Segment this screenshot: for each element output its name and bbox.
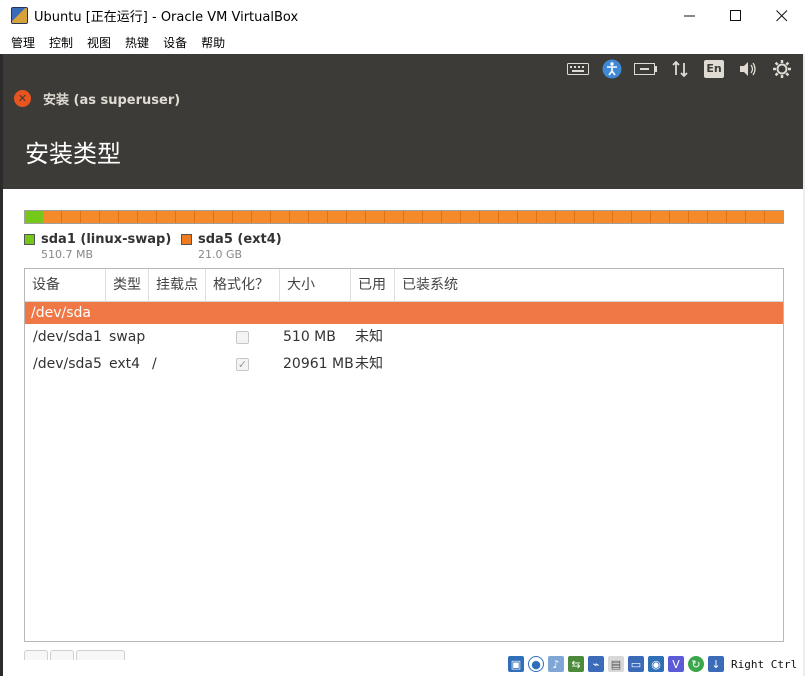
legend-swatch-orange bbox=[181, 234, 192, 245]
header-device[interactable]: 设备 bbox=[25, 269, 106, 302]
partition-bar-sda1 bbox=[25, 211, 44, 223]
header-mount[interactable]: 挂载点 bbox=[149, 269, 206, 302]
row-size: 510 MB bbox=[283, 329, 336, 345]
table-row-disk[interactable]: /dev/sda bbox=[25, 302, 783, 324]
legend-sda1-size: 510.7 MB bbox=[41, 248, 94, 261]
close-icon bbox=[776, 9, 788, 21]
minimize-button[interactable] bbox=[667, 0, 713, 31]
partition-bar bbox=[24, 210, 784, 224]
vbox-titlebar: Ubuntu [正在运行] - Oracle VM VirtualBox bbox=[0, 0, 805, 31]
menu-devices[interactable]: 设备 bbox=[157, 34, 193, 51]
hard-disk-icon[interactable]: ▣ bbox=[508, 656, 524, 672]
legend-swatch-green bbox=[24, 234, 35, 245]
volume-icon[interactable] bbox=[735, 58, 761, 80]
keyboard-layout-label: En bbox=[704, 59, 724, 78]
partition-bar-sda5 bbox=[43, 211, 783, 223]
minimize-icon bbox=[684, 15, 695, 16]
header-used[interactable]: 已用 bbox=[351, 269, 395, 302]
legend-sda1: sda1 (linux-swap) 510.7 MB bbox=[24, 232, 171, 261]
format-checkbox[interactable]: ✓ bbox=[236, 358, 249, 371]
change-partition-button[interactable] bbox=[76, 650, 125, 660]
language-icon[interactable]: En bbox=[701, 58, 727, 80]
legend-sda5-size: 21.0 GB bbox=[198, 248, 243, 261]
display-icon[interactable]: ▭ bbox=[628, 656, 644, 672]
format-checkbox[interactable] bbox=[236, 331, 249, 344]
partition-table[interactable]: 设备 类型 挂载点 格式化？ 大小 已用 已装系统 /dev/sda /dev/… bbox=[24, 268, 784, 642]
virtualbox-app-icon bbox=[11, 7, 28, 24]
vbox-statusbar: ▣ ● ♪ ⇆ ⌁ ▤ ▭ ◉ V ↻ ↓ Right Ctrl bbox=[508, 652, 803, 676]
menu-control[interactable]: 控制 bbox=[43, 34, 79, 51]
optical-drive-icon[interactable]: ● bbox=[528, 656, 544, 672]
row-device: /dev/sda5 bbox=[33, 356, 102, 372]
header-installed-system[interactable]: 已装系统 bbox=[395, 269, 783, 302]
add-partition-button[interactable] bbox=[24, 650, 48, 660]
video-capture-icon[interactable]: ◉ bbox=[648, 656, 664, 672]
legend-sda5: sda5 (ext4) 21.0 GB bbox=[181, 232, 282, 261]
row-mount: / bbox=[152, 356, 157, 372]
row-used: 未知 bbox=[355, 329, 383, 345]
row-used: 未知 bbox=[355, 356, 383, 372]
row-device: /dev/sda1 bbox=[33, 329, 102, 345]
table-row[interactable]: /dev/sda1 swap 510 MB 未知 bbox=[25, 324, 783, 351]
usb-icon[interactable]: ⌁ bbox=[588, 656, 604, 672]
virtualization-icon[interactable]: V bbox=[668, 656, 684, 672]
network-adapter-icon[interactable]: ⇆ bbox=[568, 656, 584, 672]
network-icon[interactable] bbox=[667, 58, 693, 80]
menu-hotkeys[interactable]: 热键 bbox=[119, 34, 155, 51]
remove-partition-button[interactable] bbox=[50, 650, 74, 660]
table-header: 设备 类型 挂载点 格式化？ 大小 已用 已装系统 bbox=[25, 269, 783, 302]
table-row[interactable]: /dev/sda5 ext4 / ✓ 20961 MB 未知 bbox=[25, 351, 783, 378]
menu-help[interactable]: 帮助 bbox=[195, 34, 231, 51]
header-size[interactable]: 大小 bbox=[280, 269, 351, 302]
close-x-icon: ✕ bbox=[17, 91, 28, 105]
menu-view[interactable]: 视图 bbox=[81, 34, 117, 51]
legend-sda5-name: sda5 (ext4) bbox=[198, 232, 282, 247]
settings-gear-icon[interactable] bbox=[769, 58, 795, 80]
row-size: 20961 MB bbox=[283, 356, 354, 372]
vbox-menubar: 管理 控制 视图 热键 设备 帮助 bbox=[0, 31, 805, 54]
header-format[interactable]: 格式化？ bbox=[206, 269, 280, 302]
installer-header: 安装类型 bbox=[3, 113, 803, 189]
row-type: ext4 bbox=[109, 356, 141, 372]
guest-top-panel: En bbox=[3, 54, 803, 83]
installer-window-title: 安装 (as superuser) bbox=[43, 92, 181, 108]
mouse-integration-icon[interactable]: ↓ bbox=[708, 656, 724, 672]
guest-additions-icon[interactable]: ↻ bbox=[688, 656, 704, 672]
legend-sda1-name: sda1 (linux-swap) bbox=[41, 232, 172, 247]
row-type: swap bbox=[109, 329, 146, 345]
window-title: Ubuntu [正在运行] - Oracle VM VirtualBox bbox=[34, 10, 299, 25]
battery-icon[interactable] bbox=[633, 58, 659, 80]
menu-manage[interactable]: 管理 bbox=[5, 34, 41, 51]
close-button[interactable] bbox=[759, 0, 805, 31]
installer-close-button[interactable]: ✕ bbox=[14, 89, 31, 107]
shared-folders-icon[interactable]: ▤ bbox=[608, 656, 624, 672]
audio-icon[interactable]: ♪ bbox=[548, 656, 564, 672]
header-type[interactable]: 类型 bbox=[106, 269, 149, 302]
page-title: 安装类型 bbox=[25, 139, 121, 168]
installer-titlebar: ✕ 安装 (as superuser) bbox=[3, 83, 803, 113]
maximize-icon bbox=[730, 9, 741, 21]
maximize-button[interactable] bbox=[713, 0, 759, 31]
disk-device: /dev/sda bbox=[31, 305, 91, 321]
host-key-label: Right Ctrl bbox=[731, 657, 798, 671]
accessibility-icon[interactable] bbox=[599, 58, 625, 80]
keyboard-icon[interactable] bbox=[565, 58, 591, 80]
